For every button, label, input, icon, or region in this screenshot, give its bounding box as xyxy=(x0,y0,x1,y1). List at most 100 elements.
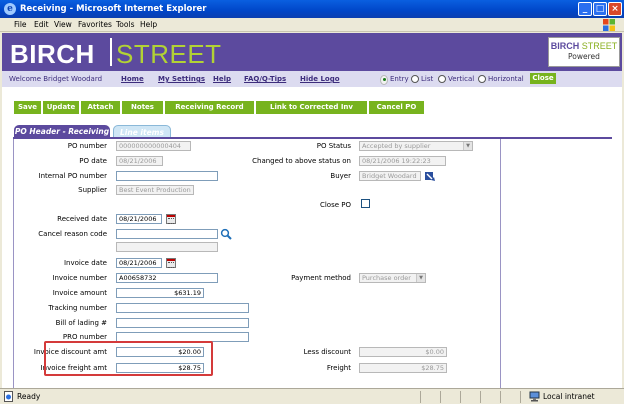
close-po-label: Close PO xyxy=(319,201,351,209)
po-date-label: PO date xyxy=(79,157,107,165)
status-divider xyxy=(480,391,481,403)
nav-help-link[interactable]: Help xyxy=(213,75,231,83)
po-status-value: Accepted by supplier xyxy=(362,142,431,150)
zone-text: Local intranet xyxy=(543,392,595,401)
menu-file[interactable]: File xyxy=(14,20,27,29)
attach-button[interactable]: Attach xyxy=(81,101,121,114)
po-number-field: 000000000000404 xyxy=(116,141,191,151)
update-button[interactable]: Update xyxy=(43,101,80,114)
app-header: BIRCH STREET BIRCH STREET Powered xyxy=(2,33,622,71)
page-icon xyxy=(4,391,13,402)
powered-logo: BIRCH STREET Powered xyxy=(548,37,620,67)
invoice-amount-input[interactable]: $631.19 xyxy=(116,288,204,298)
po-status-select: Accepted by supplier ▼ xyxy=(359,141,473,151)
status-changed-label: Changed to above status on xyxy=(252,157,351,165)
view-list-label: List xyxy=(421,75,434,83)
brand-divider xyxy=(110,38,112,66)
nav-home-link[interactable]: Home xyxy=(121,75,144,83)
view-entry-label: Entry xyxy=(390,75,409,83)
buyer-lookup-icon[interactable] xyxy=(424,170,436,182)
status-changed-field: 08/21/2006 19:22:23 xyxy=(359,156,446,166)
brand-birch: BIRCH xyxy=(10,39,95,69)
status-text: Ready xyxy=(17,392,41,401)
maximize-icon[interactable]: □ xyxy=(593,2,607,16)
internal-po-label: Internal PO number xyxy=(38,172,107,180)
menu-tools[interactable]: Tools xyxy=(116,20,134,29)
invoice-date-label: Invoice date xyxy=(63,259,107,267)
less-discount-field: $0.00 xyxy=(359,347,447,357)
close-po-checkbox[interactable] xyxy=(361,199,370,208)
pro-number-label: PRO number xyxy=(62,333,107,341)
window-title: Receiving - Microsoft Internet Explorer xyxy=(20,4,207,14)
cancel-reason-input[interactable] xyxy=(116,229,218,239)
logo-powered: Powered xyxy=(568,52,600,61)
less-discount-label: Less discount xyxy=(303,348,351,356)
received-date-input[interactable]: 08/21/2006 xyxy=(116,214,162,224)
cancel-reason-description xyxy=(116,242,218,252)
buyer-field: Bridget Woodard xyxy=(359,171,421,181)
bill-of-lading-input[interactable] xyxy=(116,318,249,328)
status-divider xyxy=(520,391,521,403)
cancel-reason-label: Cancel reason code xyxy=(38,230,107,238)
view-horizontal-radio[interactable] xyxy=(478,75,486,83)
search-icon[interactable] xyxy=(220,228,232,240)
close-button[interactable]: Close xyxy=(530,73,556,84)
bill-of-lading-label: Bill of lading # xyxy=(55,319,107,327)
po-date-field: 08/21/2006 xyxy=(116,156,163,166)
menu-view[interactable]: View xyxy=(54,20,72,29)
status-divider xyxy=(500,391,501,403)
notes-button[interactable]: Notes xyxy=(122,101,164,114)
internal-po-input[interactable] xyxy=(116,171,218,181)
menu-favorites[interactable]: Favorites xyxy=(78,20,112,29)
invoice-number-label: Invoice number xyxy=(52,274,107,282)
supplier-field: Best Event Production xyxy=(116,185,194,195)
minimize-icon[interactable]: _ xyxy=(578,2,592,16)
invoice-amount-label: Invoice amount xyxy=(52,289,107,297)
invoice-date-input[interactable]: 08/21/2006 xyxy=(116,258,162,268)
menu-bar: File Edit View Favorites Tools Help xyxy=(0,18,624,32)
received-date-label: Received date xyxy=(57,215,107,223)
save-button[interactable]: Save xyxy=(14,101,42,114)
buyer-label: Buyer xyxy=(330,172,351,180)
invoice-number-input[interactable]: A00658732 xyxy=(116,273,218,283)
freight-label: Freight xyxy=(326,364,351,372)
payment-method-label: Payment method xyxy=(291,274,351,282)
menu-help[interactable]: Help xyxy=(140,20,157,29)
view-horizontal-label: Horizontal xyxy=(488,75,524,83)
supplier-label: Supplier xyxy=(78,186,107,194)
logo-birch: BIRCH xyxy=(550,41,580,51)
view-vertical-radio[interactable] xyxy=(438,75,446,83)
po-number-label: PO number xyxy=(67,142,107,150)
nav-hide-logo-link[interactable]: Hide Logo xyxy=(300,75,340,83)
link-corrected-inv-button[interactable]: Link to Corrected Inv xyxy=(256,101,368,114)
chevron-down-icon: ▼ xyxy=(463,142,472,150)
nav-row: Welcome Bridget Woodard Home My Settings… xyxy=(2,71,622,87)
freight-field: $28.75 xyxy=(359,363,447,373)
calendar-icon[interactable] xyxy=(166,214,176,224)
view-list-radio[interactable] xyxy=(411,75,419,83)
payment-method-value: Purchase order xyxy=(362,274,411,282)
receiving-record-button[interactable]: Receiving Record xyxy=(165,101,255,114)
tracking-number-label: Tracking number xyxy=(48,304,107,312)
cancel-po-button[interactable]: Cancel PO xyxy=(369,101,425,114)
view-vertical-label: Vertical xyxy=(448,75,475,83)
view-entry-radio[interactable] xyxy=(380,75,388,85)
chevron-down-icon: ▼ xyxy=(416,274,425,282)
menu-edit[interactable]: Edit xyxy=(34,20,49,29)
status-divider xyxy=(440,391,441,403)
calendar-icon[interactable] xyxy=(166,258,176,268)
local-intranet-icon xyxy=(529,391,540,402)
nav-my-settings-link[interactable]: My Settings xyxy=(158,75,205,83)
status-divider xyxy=(420,391,421,403)
highlight-box xyxy=(44,341,213,376)
nav-faq-link[interactable]: FAQ/Q-Tips xyxy=(244,75,286,83)
ie-icon: e xyxy=(4,3,16,15)
logo-street: STREET xyxy=(581,41,618,51)
payment-method-select: Purchase order ▼ xyxy=(359,273,426,283)
status-bar: Ready Local intranet xyxy=(0,388,624,404)
welcome-text: Welcome Bridget Woodard xyxy=(9,75,103,83)
window-title-bar: e Receiving - Microsoft Internet Explore… xyxy=(0,0,624,18)
status-divider xyxy=(460,391,461,403)
tracking-number-input[interactable] xyxy=(116,303,249,313)
close-window-icon[interactable]: × xyxy=(608,2,622,16)
